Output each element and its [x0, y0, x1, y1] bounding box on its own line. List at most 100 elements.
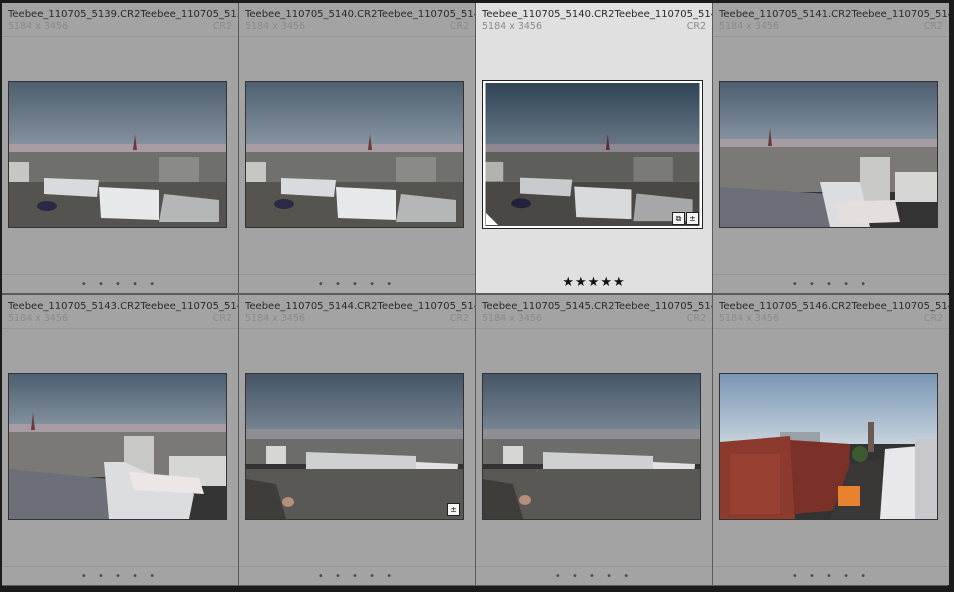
grid-cell[interactable]: Teebee_110705_5141.CR2 Teebee_110705_514…: [713, 3, 949, 293]
file-name: Teebee_110705_5145.CR2: [482, 301, 615, 312]
base-name: Teebee_110705_5141: [851, 9, 949, 20]
develop-adjustment-icon[interactable]: ±: [447, 503, 460, 516]
file-extension: CR2: [686, 313, 706, 324]
file-name: Teebee_110705_5140.CR2: [482, 9, 615, 20]
rating-dots[interactable]: • • • • •: [239, 571, 475, 585]
cell-subheader: 5184 x 3456 CR2: [245, 21, 469, 33]
cell-subheader: 5184 x 3456 CR2: [8, 313, 232, 325]
base-name: Teebee_110705_5146: [851, 301, 949, 312]
file-extension: CR2: [449, 313, 469, 324]
cell-divider: [476, 36, 712, 37]
thumbnail-image: [485, 83, 700, 226]
thumbnail[interactable]: [482, 373, 701, 520]
base-name: Teebee_110705_5140: [614, 9, 712, 20]
thumbnail-image: [246, 374, 463, 519]
cell-subheader: 5184 x 3456 CR2: [8, 21, 232, 33]
cell-divider: [713, 566, 949, 567]
file-extension: CR2: [923, 21, 943, 32]
thumbnail[interactable]: [719, 373, 938, 520]
grid-cell[interactable]: Teebee_110705_5144.CR2 Teebee_110705_514…: [239, 295, 475, 585]
cell-subheader: 5184 x 3456 CR2: [719, 21, 943, 33]
corner-flag-icon[interactable]: [486, 213, 498, 225]
rating-dots[interactable]: • • • • •: [239, 279, 475, 293]
file-extension: CR2: [686, 21, 706, 32]
file-extension: CR2: [212, 313, 232, 324]
file-extension: CR2: [212, 21, 232, 32]
cell-divider: [713, 36, 949, 37]
cell-divider: [476, 566, 712, 567]
image-dimensions: 5184 x 3456: [719, 21, 780, 32]
grid-cell[interactable]: Teebee_110705_5143.CR2 Teebee_110705_514…: [2, 295, 238, 585]
file-name: Teebee_110705_5146.CR2: [719, 301, 852, 312]
thumbnail[interactable]: ⧉ ±: [482, 80, 703, 229]
image-dimensions: 5184 x 3456: [245, 313, 306, 324]
cell-divider: [239, 566, 475, 567]
file-name: Teebee_110705_5140.CR2: [245, 9, 378, 20]
cell-header: Teebee_110705_5146.CR2 Teebee_110705_514…: [719, 301, 949, 313]
image-dimensions: 5184 x 3456: [8, 313, 69, 324]
file-name: Teebee_110705_5144.CR2: [245, 301, 378, 312]
base-name: Teebee_110705_5140: [377, 9, 475, 20]
cell-subheader: 5184 x 3456 CR2: [245, 313, 469, 325]
thumbnail-image: [9, 374, 226, 519]
image-dimensions: 5184 x 3456: [245, 21, 306, 32]
image-dimensions: 5184 x 3456: [719, 313, 780, 324]
grid-cell[interactable]: Teebee_110705_5140.CR2 Teebee_110705_514…: [239, 3, 475, 293]
cell-header: Teebee_110705_5145.CR2 Teebee_110705_514…: [482, 301, 712, 313]
cell-divider: [239, 36, 475, 37]
cell-header: Teebee_110705_5144.CR2 Teebee_110705_514…: [245, 301, 475, 313]
cell-divider: [476, 328, 712, 329]
thumbnail-image: [720, 82, 937, 227]
file-extension: CR2: [449, 21, 469, 32]
grid-cell[interactable]: Teebee_110705_5139.CR2 Teebee_110705_513…: [2, 3, 238, 293]
library-grid: Teebee_110705_5139.CR2 Teebee_110705_513…: [2, 3, 949, 586]
file-name: Teebee_110705_5143.CR2: [8, 301, 141, 312]
thumbnail-image: [246, 82, 463, 227]
cell-subheader: 5184 x 3456 CR2: [719, 313, 943, 325]
rating-dots[interactable]: • • • • •: [476, 571, 712, 585]
thumbnail-image: [483, 374, 700, 519]
rating-dots[interactable]: • • • • •: [713, 571, 949, 585]
cell-divider: [2, 36, 238, 37]
rating-dots[interactable]: • • • • •: [2, 571, 238, 585]
cell-subheader: 5184 x 3456 CR2: [482, 21, 706, 33]
thumbnail-image: [720, 374, 937, 519]
cell-divider: [2, 566, 238, 567]
file-name: Teebee_110705_5139.CR2: [8, 9, 141, 20]
base-name: Teebee_110705_5143: [140, 301, 238, 312]
rating-dots[interactable]: • • • • •: [2, 279, 238, 293]
file-extension: CR2: [923, 313, 943, 324]
virtual-copy-icon[interactable]: ⧉: [672, 212, 685, 225]
grid-cell-selected[interactable]: Teebee_110705_5140.CR2 Teebee_110705_514…: [476, 3, 712, 293]
cell-header: Teebee_110705_5141.CR2 Teebee_110705_514…: [719, 9, 949, 21]
file-name: Teebee_110705_5141.CR2: [719, 9, 852, 20]
grid-cell[interactable]: Teebee_110705_5146.CR2 Teebee_110705_514…: [713, 295, 949, 585]
base-name: Teebee_110705_5145: [614, 301, 712, 312]
thumbnail[interactable]: ±: [245, 373, 464, 520]
cell-subheader: 5184 x 3456 CR2: [482, 313, 706, 325]
cell-header: Teebee_110705_5139.CR2 Teebee_110705_513…: [8, 9, 238, 21]
image-dimensions: 5184 x 3456: [482, 21, 543, 32]
rating-dots[interactable]: • • • • •: [713, 279, 949, 293]
cell-header: Teebee_110705_5143.CR2 Teebee_110705_514…: [8, 301, 238, 313]
cell-header: Teebee_110705_5140.CR2 Teebee_110705_514…: [482, 9, 712, 21]
base-name: Teebee_110705_5139: [140, 9, 238, 20]
cell-divider: [239, 328, 475, 329]
thumbnail[interactable]: [245, 81, 464, 228]
image-dimensions: 5184 x 3456: [8, 21, 69, 32]
cell-divider: [713, 274, 949, 275]
thumbnail[interactable]: [719, 81, 938, 228]
grid-cell[interactable]: Teebee_110705_5145.CR2 Teebee_110705_514…: [476, 295, 712, 585]
star-rating[interactable]: ★★★★★: [476, 275, 712, 290]
thumbnail-image: [9, 82, 226, 227]
thumbnail[interactable]: [8, 373, 227, 520]
cell-divider: [713, 328, 949, 329]
base-name: Teebee_110705_5144: [377, 301, 475, 312]
thumbnail[interactable]: [8, 81, 227, 228]
cell-divider: [2, 274, 238, 275]
cell-divider: [2, 328, 238, 329]
image-dimensions: 5184 x 3456: [482, 313, 543, 324]
develop-adjustment-icon[interactable]: ±: [686, 212, 699, 225]
cell-divider: [239, 274, 475, 275]
cell-header: Teebee_110705_5140.CR2 Teebee_110705_514…: [245, 9, 475, 21]
